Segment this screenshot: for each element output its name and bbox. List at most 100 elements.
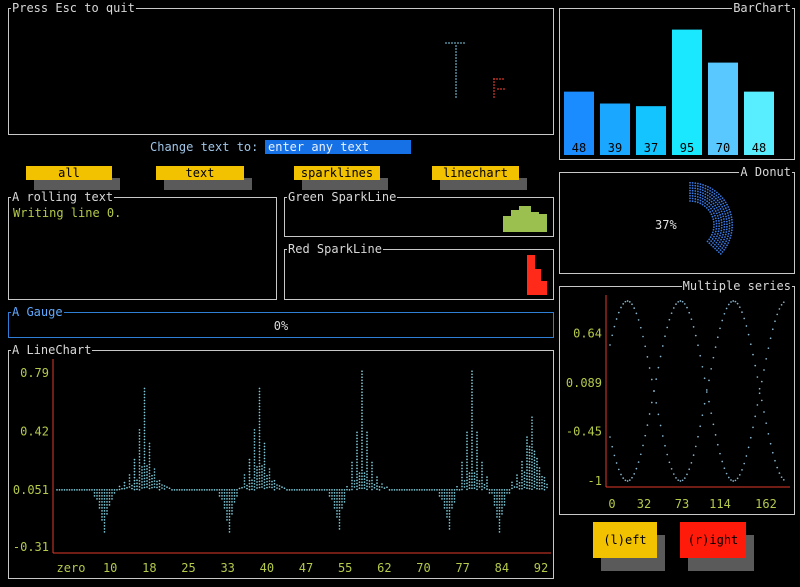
series-dot <box>752 426 754 429</box>
x-tick-label: 18 <box>142 561 156 575</box>
line-dot <box>526 448 528 450</box>
donut-dot <box>713 235 715 238</box>
line-dot <box>108 492 111 494</box>
line-dot <box>138 461 141 464</box>
line-dot <box>438 492 441 494</box>
gauge-title: A Gauge <box>11 305 64 319</box>
line-dot <box>403 489 406 491</box>
line-dot <box>441 492 443 494</box>
line-dot <box>118 485 121 488</box>
line-dot <box>428 489 431 491</box>
donut-dot <box>715 225 718 228</box>
donut-dot <box>715 206 718 209</box>
donut-dot <box>711 231 714 234</box>
line-dot <box>143 486 146 489</box>
line-dot <box>248 467 251 470</box>
line-dot <box>261 486 263 488</box>
line-dot <box>471 391 473 394</box>
line-dot <box>493 498 496 500</box>
line-dot <box>258 447 261 450</box>
donut-dot <box>696 201 699 204</box>
donut-dot <box>720 243 723 246</box>
line-dot <box>533 474 536 477</box>
line-dot <box>496 498 498 500</box>
line-dot <box>103 495 106 497</box>
donut-dot <box>725 215 727 218</box>
line-dot <box>143 474 146 477</box>
series-dot <box>697 435 699 438</box>
sparklines-button[interactable]: sparklines <box>294 166 380 180</box>
donut-dot <box>720 226 723 229</box>
line-dot <box>471 478 473 481</box>
line-dot <box>331 495 333 497</box>
line-dot <box>356 434 358 437</box>
line-dot <box>468 475 471 477</box>
line-dot <box>143 408 146 411</box>
line-dot <box>106 510 108 512</box>
donut-dot <box>710 200 713 203</box>
series-dot <box>690 461 693 464</box>
line-dot <box>383 487 386 489</box>
line-dot <box>201 489 203 491</box>
line-dot <box>351 485 353 488</box>
line-dot <box>161 484 163 486</box>
donut-dot <box>716 214 719 217</box>
donut-dot <box>711 215 714 218</box>
line-dot <box>263 451 266 454</box>
line-dot <box>281 486 283 488</box>
line-dot <box>361 391 363 394</box>
series-dot <box>699 425 702 428</box>
line-dot <box>143 405 146 408</box>
line-dot <box>523 477 526 480</box>
line-dot <box>461 482 463 485</box>
line-dot <box>253 434 256 437</box>
line-dot <box>448 516 451 518</box>
line-dot <box>538 470 541 472</box>
donut-dot <box>694 198 697 200</box>
line-dot <box>498 498 501 500</box>
line-dot <box>143 438 146 441</box>
line-dot <box>536 463 538 466</box>
line-dot <box>471 382 473 385</box>
line-dot <box>391 489 393 491</box>
line-dot <box>356 446 358 449</box>
line-dot <box>501 495 503 497</box>
line-dot <box>416 489 418 491</box>
line-dot <box>338 498 341 500</box>
line-dot <box>151 483 153 486</box>
donut-dot <box>707 208 710 211</box>
right-button[interactable]: (r)ight <box>680 522 746 558</box>
line-dot <box>531 416 533 419</box>
line-dot <box>111 498 113 500</box>
text-button[interactable]: text <box>156 166 244 180</box>
line-dot <box>331 489 333 491</box>
line-dot <box>481 467 483 470</box>
y-tick-label: -0.31 <box>13 540 49 554</box>
line-dot <box>163 488 166 490</box>
donut-dot <box>725 220 728 223</box>
bar-value-label: 95 <box>680 141 694 155</box>
text-input[interactable]: enter any text <box>265 140 411 154</box>
line-dot <box>108 498 111 500</box>
line-dot <box>136 488 138 491</box>
donut-dot <box>713 223 715 226</box>
top-panel-title: Press Esc to quit <box>11 1 136 15</box>
all-button[interactable]: all <box>26 166 112 180</box>
line-dot <box>533 456 536 459</box>
line-dot <box>541 481 543 484</box>
series-dot <box>615 462 618 464</box>
series-dot <box>754 415 757 418</box>
line-dot <box>166 486 168 488</box>
linechart-button[interactable]: linechart <box>432 166 519 180</box>
series-dot <box>745 325 748 327</box>
line-dot <box>93 492 96 494</box>
line-dot <box>143 429 146 432</box>
line-dot <box>503 489 506 491</box>
left-button[interactable]: (l)eft <box>593 522 657 558</box>
rolling-text-line: Writing line 0. <box>13 206 122 220</box>
line-dot <box>521 487 523 490</box>
line-dot <box>226 504 228 506</box>
line-dot <box>338 489 341 491</box>
donut-dot <box>722 202 725 205</box>
donut-dot <box>717 243 720 246</box>
